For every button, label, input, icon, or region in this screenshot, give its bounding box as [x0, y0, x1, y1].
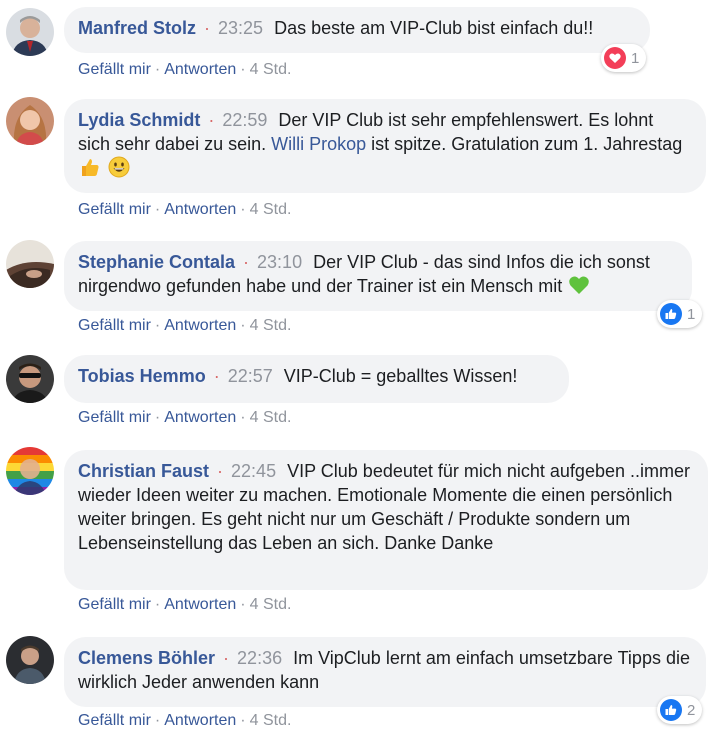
comment-text: VIP-Club = geballtes Wissen! [283, 366, 518, 386]
heart-icon [604, 47, 626, 69]
like-link[interactable]: Gefällt mir [78, 596, 151, 613]
reaction-badge[interactable]: 1 [657, 300, 703, 328]
reply-link[interactable]: Antworten [164, 61, 236, 78]
comment-age[interactable]: 4 Std. [250, 317, 292, 334]
separator-dot: · [208, 110, 215, 130]
author-name[interactable]: Tobias Hemmo [78, 366, 206, 386]
separator-dot: · [240, 201, 246, 218]
reaction-count: 1 [631, 49, 640, 67]
separator-dot: · [154, 712, 161, 729]
grinning-face-emoji [108, 156, 130, 178]
separator-dot: · [240, 317, 246, 334]
separator-dot: · [240, 61, 246, 78]
separator-dot: · [240, 596, 246, 613]
comment-actions: Gefällt mir · Antworten · 4 Std. [78, 200, 291, 220]
reaction-count: 1 [687, 305, 696, 323]
avatar[interactable] [6, 8, 54, 56]
author-name[interactable]: Manfred Stolz [78, 18, 196, 38]
reaction-count: 2 [687, 701, 696, 719]
like-link[interactable]: Gefällt mir [78, 712, 151, 729]
like-link[interactable]: Gefällt mir [78, 201, 151, 218]
like-icon [660, 699, 682, 721]
comment-time[interactable]: 23:25 [218, 18, 263, 38]
comment-text: ist spitze. Gratulation zum 1. Jahrestag [371, 134, 683, 154]
separator-dot: · [223, 648, 230, 668]
separator-dot: · [154, 317, 161, 334]
comment-time[interactable]: 22:45 [231, 461, 276, 481]
comment-actions: Gefällt mir · Antworten · 4 Std. [78, 316, 291, 336]
comment-bubble: Manfred Stolz · 23:25 Das beste am VIP-Clu… [64, 7, 650, 53]
avatar[interactable] [6, 636, 54, 684]
author-name[interactable]: Lydia Schmidt [78, 110, 200, 130]
separator-dot: · [240, 712, 246, 729]
comment-time[interactable]: 23:10 [257, 252, 302, 272]
comment-text: Das beste am VIP-Club bist einfach du!! [274, 18, 594, 38]
reply-link[interactable]: Antworten [164, 596, 236, 613]
comment-actions: Gefällt mir · Antworten · 4 Std. [78, 711, 291, 731]
comment-bubble: Clemens Böhler · 22:36 Im VipClub lernt am… [64, 637, 706, 707]
reply-link[interactable]: Antworten [164, 409, 236, 426]
reply-link[interactable]: Antworten [164, 201, 236, 218]
separator-dot: · [217, 461, 224, 481]
reply-link[interactable]: Antworten [164, 712, 236, 729]
separator-dot: · [154, 596, 161, 613]
comment-bubble: Christian Faust · 22:45 VIP Club bedeutet … [64, 450, 708, 590]
comment-age[interactable]: 4 Std. [250, 201, 292, 218]
comment-age[interactable]: 4 Std. [250, 712, 292, 729]
thumbs-up-emoji [82, 159, 99, 176]
comment-actions: Gefällt mir · Antworten · 4 Std. [78, 408, 291, 428]
separator-dot: · [213, 366, 220, 386]
mention-link[interactable]: Willi Prokop [271, 134, 366, 154]
author-name[interactable]: Clemens Böhler [78, 648, 215, 668]
comment-age[interactable]: 4 Std. [250, 61, 292, 78]
reaction-badge[interactable]: 1 [601, 44, 647, 72]
separator-dot: · [154, 201, 161, 218]
comment-bubble: Stephanie Contala · 23:10 Der VIP Club - d… [64, 241, 692, 311]
avatar[interactable] [6, 240, 54, 288]
like-link[interactable]: Gefällt mir [78, 317, 151, 334]
avatar[interactable] [6, 97, 54, 145]
separator-dot: · [243, 252, 250, 272]
like-icon [660, 303, 682, 325]
like-link[interactable]: Gefällt mir [78, 409, 151, 426]
separator-dot: · [154, 409, 161, 426]
author-name[interactable]: Christian Faust [78, 461, 209, 481]
comment-time[interactable]: 22:36 [237, 648, 282, 668]
separator-dot: · [204, 18, 211, 38]
comment-actions: Gefällt mir · Antworten · 4 Std. [78, 60, 291, 80]
reaction-badge[interactable]: 2 [657, 696, 703, 724]
comment-age[interactable]: 4 Std. [250, 409, 292, 426]
comment-actions: Gefällt mir · Antworten · 4 Std. [78, 595, 291, 615]
author-name[interactable]: Stephanie Contala [78, 252, 235, 272]
comment-time[interactable]: 22:59 [222, 110, 267, 130]
comment-bubble: Tobias Hemmo · 22:57 VIP-Club = geballtes … [64, 355, 569, 403]
comment-age[interactable]: 4 Std. [250, 596, 292, 613]
avatar[interactable] [6, 355, 54, 403]
comment-bubble: Lydia Schmidt · 22:59 Der VIP Club ist seh… [64, 99, 706, 193]
reply-link[interactable]: Antworten [164, 317, 236, 334]
like-link[interactable]: Gefällt mir [78, 61, 151, 78]
green-heart-emoji [569, 276, 590, 294]
comment-time[interactable]: 22:57 [228, 366, 273, 386]
separator-dot: · [240, 409, 246, 426]
separator-dot: · [154, 61, 161, 78]
avatar[interactable] [6, 447, 54, 495]
